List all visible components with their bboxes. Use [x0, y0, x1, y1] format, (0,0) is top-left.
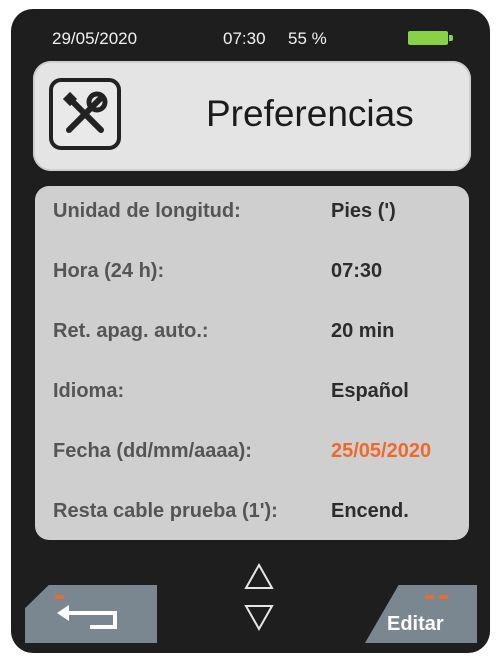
- setting-length-unit[interactable]: Unidad de longitud: Pies ('): [53, 200, 453, 230]
- status-bar: 29/05/2020 07:30 55 %: [11, 9, 490, 59]
- back-button[interactable]: [25, 585, 157, 643]
- page-title: Preferencias: [206, 93, 414, 134]
- edit-button-label: Editar: [387, 613, 444, 635]
- arrow-down-icon[interactable]: [244, 602, 274, 632]
- setting-label: Resta cable prueba (1'):: [53, 500, 278, 522]
- setting-value: 07:30: [331, 260, 383, 282]
- arrow-up-icon[interactable]: [244, 562, 274, 592]
- indicator-dot: [439, 595, 448, 599]
- tools-icon: [49, 78, 121, 150]
- setting-hour[interactable]: Hora (24 h): 07:30: [53, 260, 453, 290]
- page-header: Preferencias: [33, 61, 471, 171]
- setting-value: Español: [331, 380, 409, 402]
- status-date: 29/05/2020: [52, 29, 138, 48]
- battery-icon: [408, 31, 453, 45]
- setting-test-cable[interactable]: Resta cable prueba (1'): Encend.: [53, 500, 453, 530]
- setting-value: Encend.: [331, 500, 409, 522]
- setting-value: 25/05/2020: [331, 440, 432, 462]
- setting-language[interactable]: Idioma: Español: [53, 380, 453, 410]
- indicator-dot: [425, 595, 434, 599]
- setting-label: Hora (24 h):: [53, 260, 165, 282]
- indicator-dot: [55, 595, 64, 599]
- setting-value: 20 min: [331, 320, 395, 342]
- setting-label: Idioma:: [53, 380, 125, 402]
- setting-value: Pies ('): [331, 200, 396, 222]
- setting-date[interactable]: Fecha (dd/mm/aaaa): 25/05/2020: [53, 440, 453, 470]
- settings-list: Unidad de longitud: Pies (') Hora (24 h)…: [35, 186, 469, 540]
- battery-percent: 55 %: [288, 29, 327, 48]
- setting-label: Fecha (dd/mm/aaaa):: [53, 440, 252, 462]
- status-time: 07:30: [223, 29, 266, 48]
- edit-button[interactable]: Editar: [365, 585, 477, 643]
- setting-label: Ret. apag. auto.:: [53, 320, 209, 342]
- back-arrow-icon: [57, 605, 117, 629]
- footer-bar: Editar: [11, 557, 490, 653]
- setting-auto-off[interactable]: Ret. apag. auto.: 20 min: [53, 320, 453, 350]
- setting-label: Unidad de longitud:: [53, 200, 241, 222]
- device-screen: 29/05/2020 07:30 55 % Preferencias Unida…: [11, 9, 490, 653]
